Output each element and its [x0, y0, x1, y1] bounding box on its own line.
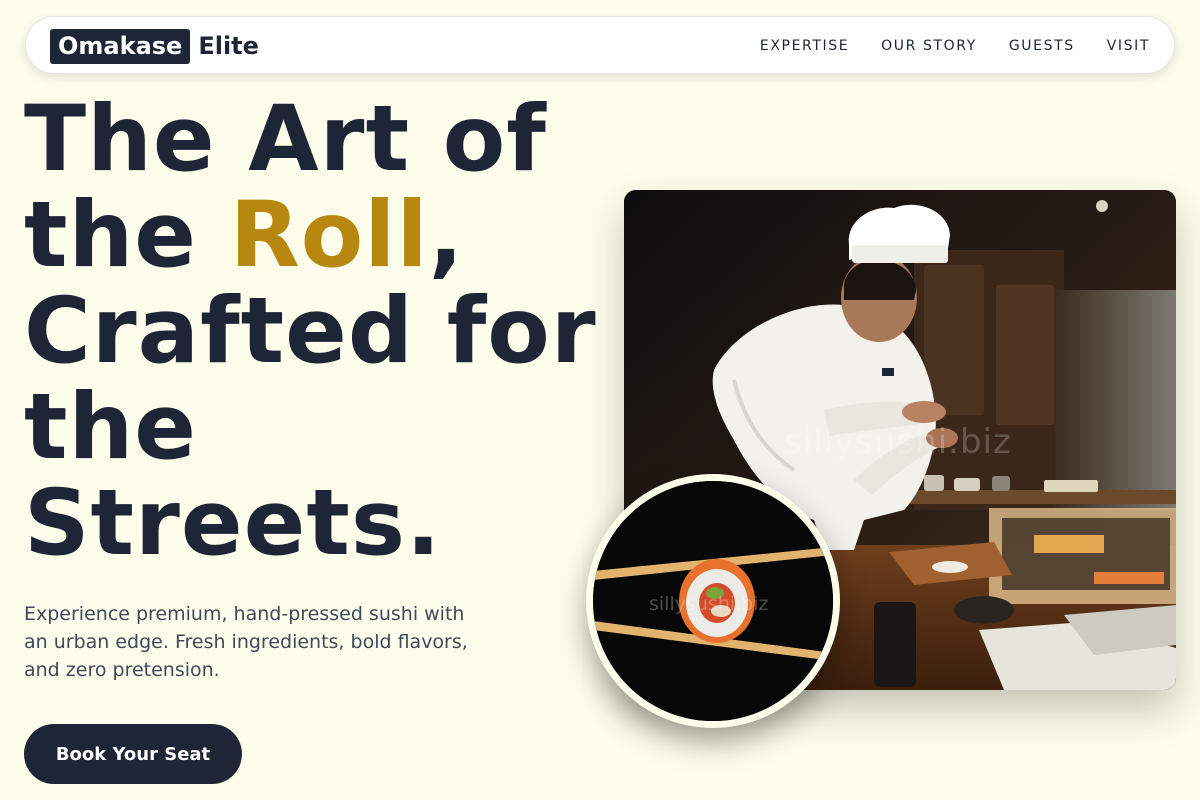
headline-accent-word: Roll — [229, 183, 429, 288]
nav-link-guests[interactable]: GUESTS — [1009, 38, 1075, 54]
book-seat-button[interactable]: Book Your Seat — [24, 724, 242, 784]
logo-rest-text: Elite — [198, 32, 259, 60]
brand-logo[interactable]: Omakase Elite — [50, 28, 259, 64]
logo-box-text: Omakase — [50, 28, 191, 64]
nav-link-our-story[interactable]: OUR STORY — [881, 38, 977, 54]
main-photo-watermark: sillysushi.biz — [784, 422, 1012, 462]
hero-headline: The Art of the Roll, Crafted for the Str… — [24, 92, 604, 572]
sushi-inset-frame: sillysushi.biz — [593, 481, 833, 721]
hero-subtext: Experience premium, hand-pressed sushi w… — [24, 603, 468, 681]
inset-photo-watermark: sillysushi.biz — [649, 593, 769, 615]
top-navigation: Omakase Elite EXPERTISE OUR STORY GUESTS… — [25, 16, 1175, 74]
nav-link-visit[interactable]: VISIT — [1107, 38, 1150, 54]
nav-link-expertise[interactable]: EXPERTISE — [760, 38, 849, 54]
nav-links: EXPERTISE OUR STORY GUESTS VISIT — [728, 17, 1150, 75]
landing-page: Omakase Elite EXPERTISE OUR STORY GUESTS… — [0, 0, 1200, 800]
sushi-inset-photo: sillysushi.biz — [586, 474, 840, 728]
